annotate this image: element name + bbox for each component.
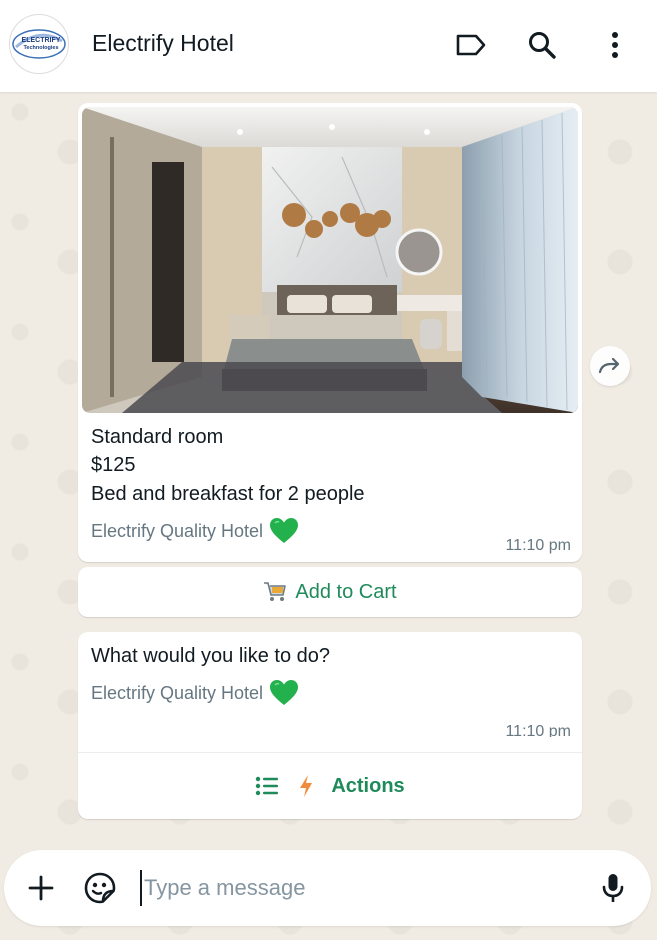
forward-icon: [598, 357, 620, 374]
actions-label: Actions: [331, 774, 405, 797]
cart-icon: [264, 582, 287, 601]
product-timestamp: 11:10 pm: [505, 537, 571, 554]
message-composer: [4, 850, 651, 926]
more-vert-icon[interactable]: [598, 28, 632, 62]
chat-title: Electrify Hotel: [92, 30, 234, 56]
logo-text-top: ELECTRIFY: [22, 37, 61, 44]
chat-header: ELECTRIFY Technologies Electrify Hotel: [0, 0, 657, 92]
actions-question: What would you like to do?: [91, 645, 331, 667]
microphone-icon[interactable]: [595, 870, 631, 906]
add-to-cart-button[interactable]: Add to Cart: [78, 567, 582, 617]
product-footer: Electrify Quality Hotel: [91, 517, 299, 545]
actions-button[interactable]: Actions: [78, 753, 582, 819]
avatar[interactable]: ELECTRIFY Technologies: [9, 14, 69, 74]
sticker-icon[interactable]: [82, 870, 118, 906]
green-heart-icon: [270, 518, 299, 543]
message-input[interactable]: [140, 870, 580, 906]
actions-message-bubble: What would you like to do? Electrify Qua…: [78, 632, 582, 819]
product-footer-label: Electrify Quality Hotel: [91, 520, 264, 541]
electrify-logo-icon: ELECTRIFY Technologies: [12, 29, 66, 59]
product-message-bubble: Standard room $125 Bed and breakfast for…: [78, 103, 582, 562]
attach-plus-icon[interactable]: [23, 870, 59, 906]
actions-footer: Electrify Quality Hotel: [91, 679, 299, 707]
label-icon[interactable]: [454, 28, 488, 62]
room-image[interactable]: [82, 107, 578, 413]
product-price: $125: [91, 454, 136, 476]
product-description: Bed and breakfast for 2 people: [91, 483, 365, 505]
lightning-icon: [300, 775, 313, 797]
search-icon[interactable]: [525, 28, 559, 62]
list-icon: [256, 776, 279, 796]
forward-button[interactable]: [590, 346, 630, 386]
product-name: Standard room: [91, 426, 224, 448]
add-to-cart-label: Add to Cart: [295, 580, 397, 603]
green-heart-icon: [270, 680, 299, 705]
logo-text-bottom: Technologies: [23, 45, 58, 51]
actions-footer-label: Electrify Quality Hotel: [91, 682, 264, 703]
actions-timestamp: 11:10 pm: [505, 723, 571, 737]
